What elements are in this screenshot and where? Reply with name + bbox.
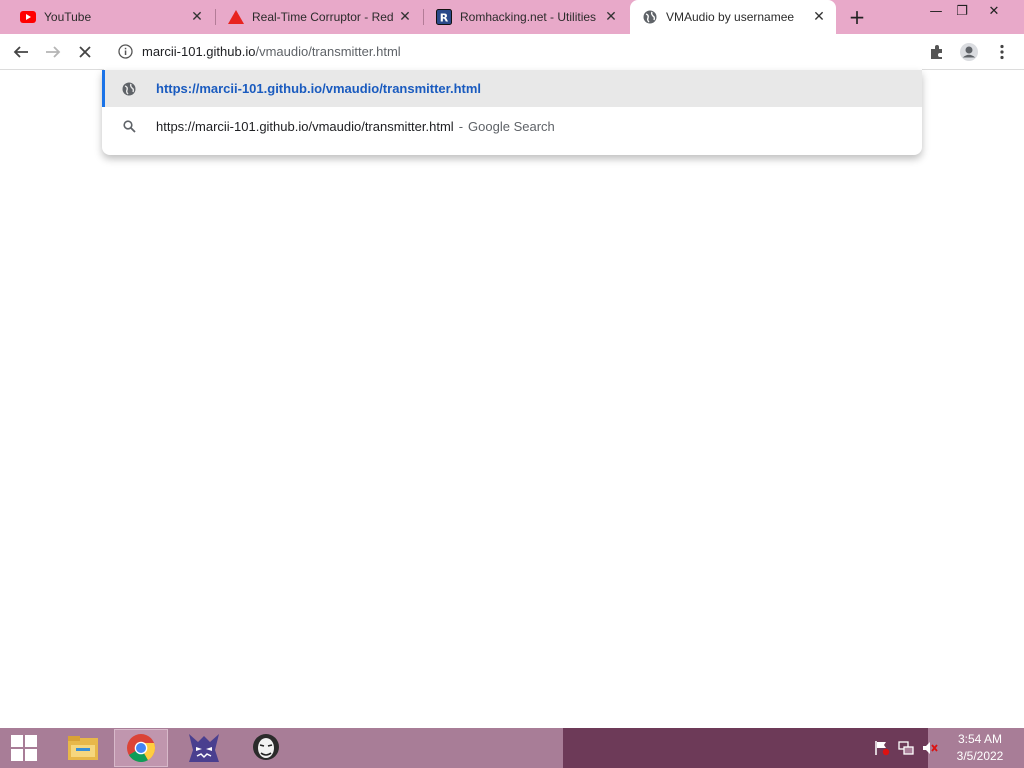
- taskbar: 3:54 AM 3/5/2022: [0, 728, 1024, 768]
- back-button[interactable]: [8, 39, 34, 65]
- file-explorer-button[interactable]: [56, 729, 110, 767]
- tab-rtc[interactable]: Real-Time Corruptor - Red ✕: [216, 0, 422, 34]
- globe-icon: [642, 9, 658, 25]
- system-clock[interactable]: 3:54 AM 3/5/2022: [944, 731, 1016, 765]
- suggestion-query: https://marcii-101.github.io/vmaudio/tra…: [156, 119, 454, 134]
- youtube-icon: [20, 9, 36, 25]
- omnibox-suggestions: https://marcii-101.github.io/vmaudio/tra…: [102, 70, 922, 155]
- pinned-app-button[interactable]: [177, 729, 231, 767]
- extensions-button[interactable]: [924, 39, 950, 65]
- page-content: VMAu Enter an id: go: [0, 71, 1024, 728]
- folder-icon: [68, 736, 98, 760]
- address-host: marcii-101.github.io: [142, 44, 256, 59]
- demon-mascot-icon: [189, 734, 219, 762]
- tab-title: Romhacking.net - Utilities: [460, 10, 597, 24]
- tab-close-icon[interactable]: ✕: [602, 8, 620, 26]
- info-icon[interactable]: [118, 44, 133, 63]
- forward-button[interactable]: [40, 39, 66, 65]
- clock-time: 3:54 AM: [957, 732, 1003, 746]
- profile-button[interactable]: [956, 39, 982, 65]
- clock-date: 3/5/2022: [956, 749, 1004, 763]
- tab-close-icon[interactable]: ✕: [396, 8, 414, 26]
- volume-muted-icon[interactable]: [921, 740, 939, 756]
- page-title: VMAu: [8, 79, 103, 115]
- globe-icon: [119, 79, 139, 99]
- windows-logo-icon: [11, 735, 37, 761]
- suggestion-suffix: Google Search: [468, 119, 555, 134]
- suggestion-item[interactable]: https://marcii-101.github.io/vmaudio/tra…: [102, 108, 922, 145]
- start-button[interactable]: [0, 728, 48, 768]
- chrome-taskbar-button[interactable]: [114, 729, 168, 767]
- svg-text:R: R: [440, 12, 449, 25]
- address-bar[interactable]: marcii-101.github.io/vmaudio/transmitter…: [104, 34, 922, 70]
- action-center-flag-icon[interactable]: [873, 740, 891, 756]
- pinned-app-button[interactable]: [239, 729, 293, 767]
- tab-title: VMAudio by usernamee: [666, 10, 795, 24]
- menu-button[interactable]: [989, 39, 1015, 65]
- stop-loading-button[interactable]: [72, 39, 98, 65]
- suggestion-url: https://marcii-101.github.io/vmaudio/tra…: [156, 81, 482, 96]
- tab-title: YouTube: [44, 10, 92, 24]
- address-text[interactable]: marcii-101.github.io/vmaudio/transmitter…: [142, 44, 401, 59]
- screen: YouTube ✕ Real-Time Corruptor - Red ✕ R …: [0, 0, 1024, 768]
- suggestion-item[interactable]: https://marcii-101.github.io/vmaudio/tra…: [102, 70, 922, 107]
- close-x-icon: [79, 46, 91, 58]
- puzzle-piece-icon: [931, 45, 942, 59]
- tab-title: Real-Time Corruptor - Red: [252, 10, 394, 24]
- romhacking-r-icon: R: [436, 9, 452, 25]
- tab-close-icon[interactable]: ✕: [188, 8, 206, 26]
- anonymous-mask-icon: [253, 734, 279, 760]
- tab-close-icon[interactable]: ✕: [810, 8, 828, 26]
- kebab-menu-icon: [1000, 44, 1004, 60]
- tab-romhacking[interactable]: R Romhacking.net - Utilities ✕: [424, 0, 628, 34]
- search-icon: [119, 117, 139, 137]
- warning-triangle-icon: [228, 9, 244, 25]
- back-arrow-icon: [13, 46, 28, 58]
- restore-button[interactable]: ❐: [946, 0, 978, 22]
- forward-arrow-icon: [46, 46, 61, 58]
- network-icon[interactable]: [897, 740, 915, 756]
- tab-youtube[interactable]: YouTube ✕: [8, 0, 214, 34]
- avatar-icon: [960, 43, 978, 61]
- tab-vmaudio[interactable]: VMAudio by usernamee ✕: [630, 0, 836, 34]
- window-close-button[interactable]: ✕: [978, 0, 1010, 22]
- new-tab-button[interactable]: +: [846, 5, 868, 29]
- tab-strip: YouTube ✕ Real-Time Corruptor - Red ✕ R …: [0, 0, 1024, 34]
- chrome-icon: [127, 734, 156, 762]
- suggestion-separator: -: [458, 119, 464, 134]
- address-path: /vmaudio/transmitter.html: [255, 44, 401, 59]
